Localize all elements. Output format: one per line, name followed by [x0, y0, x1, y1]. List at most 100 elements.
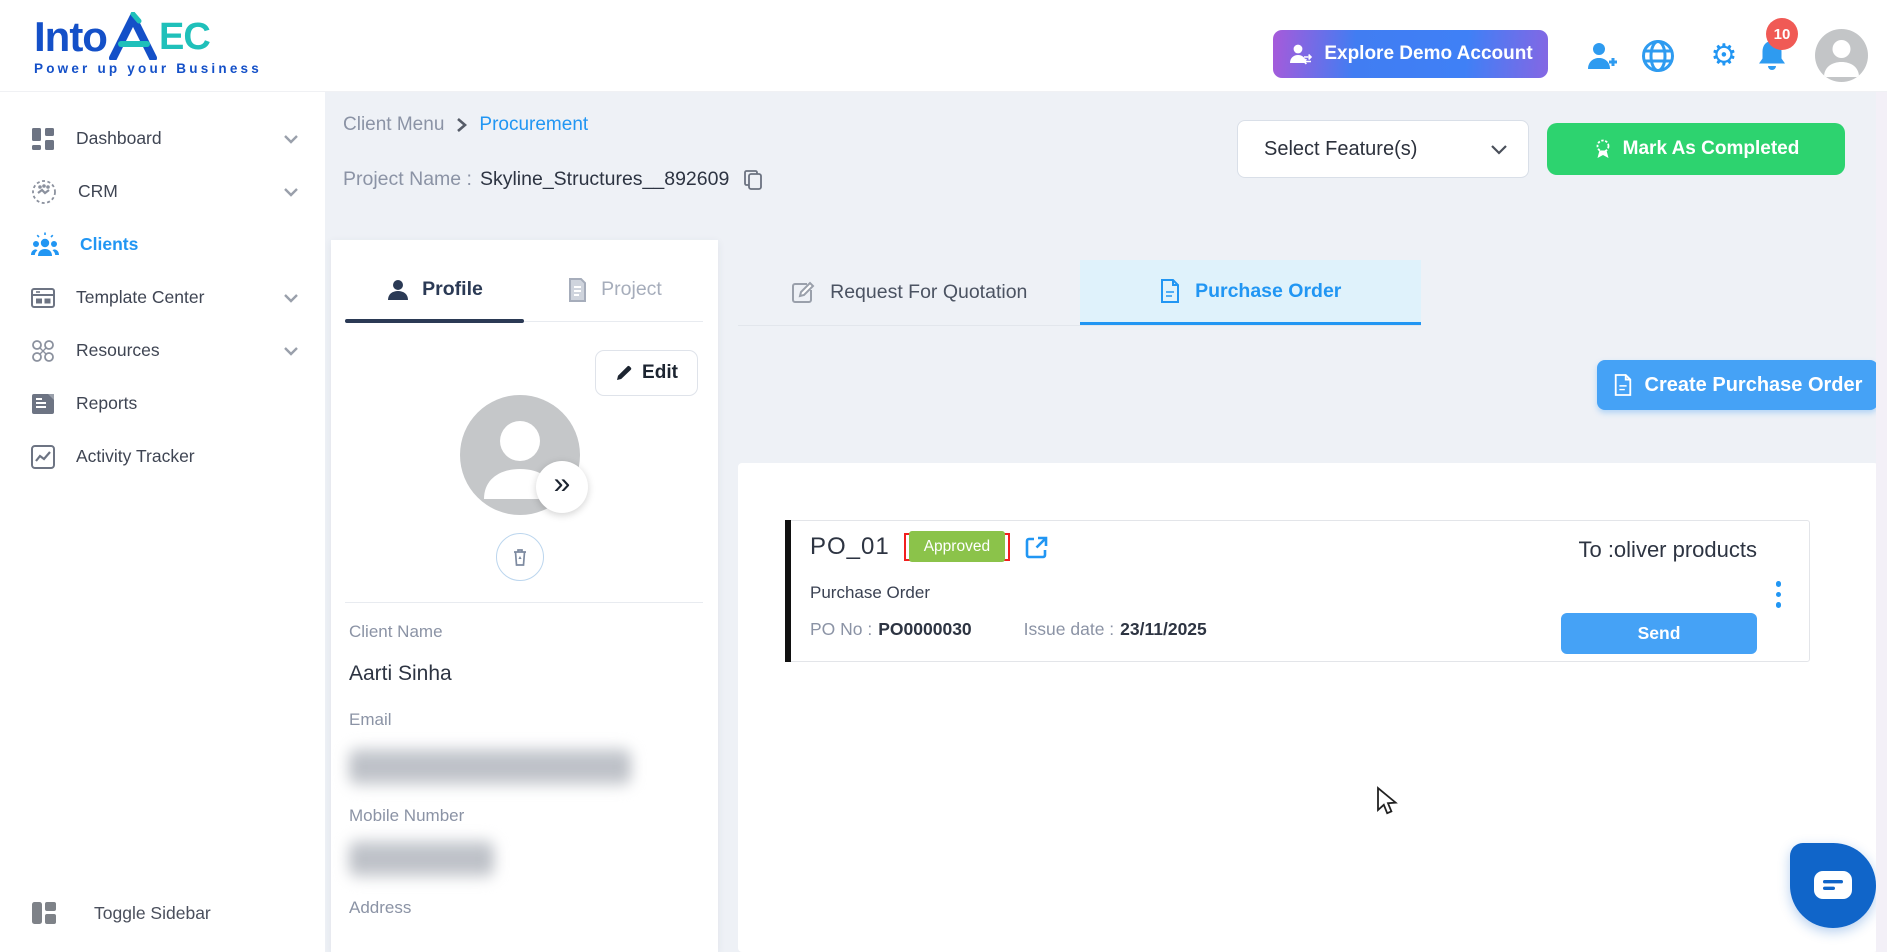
select-features-value: Select Feature(s) [1264, 137, 1418, 160]
sidebar-label: CRM [78, 181, 118, 201]
sidebar-label: Reports [76, 393, 138, 413]
template-window-icon [30, 285, 56, 311]
project-name-label: Project Name : [343, 168, 472, 190]
project-name-row: Project Name : Skyline_Structures__89260… [343, 168, 763, 191]
toggle-sidebar-button[interactable]: Toggle Sidebar [0, 888, 325, 938]
status-badge-highlight: Approved [903, 531, 1011, 562]
tab-profile-label: Profile [422, 278, 483, 300]
po-info-row: PO No : PO0000030 Issue date : 23/11/202… [810, 619, 1207, 640]
purchase-order-panel: PO_01 Approved To :oliver products Purch… [738, 463, 1878, 952]
dashboard-icon [30, 126, 56, 152]
completed-badge-icon [1593, 138, 1613, 160]
mark-as-completed-label: Mark As Completed [1622, 138, 1800, 159]
sidebar-item-activity-tracker[interactable]: Activity Tracker [0, 430, 325, 483]
po-type-label: Purchase Order [810, 583, 930, 602]
client-name-label: Client Name [349, 622, 443, 641]
edit-button-label: Edit [642, 362, 678, 383]
pencil-icon [615, 364, 633, 382]
expand-panel-button[interactable]: » [536, 461, 588, 513]
tab-project[interactable]: Project [524, 258, 703, 321]
sidebar-item-dashboard[interactable]: Dashboard [0, 112, 325, 165]
sidebar-label: Resources [76, 340, 160, 360]
sidebar-item-resources[interactable]: Resources [0, 324, 325, 377]
address-label: Address [349, 898, 412, 917]
chevron-down-icon [283, 187, 299, 197]
brand-tagline: Power up your Business [34, 61, 262, 76]
email-value-redacted [349, 748, 631, 786]
select-features-dropdown[interactable]: Select Feature(s) [1237, 120, 1529, 178]
tab-profile[interactable]: Profile [345, 258, 524, 323]
breadcrumb-chevron-icon [456, 117, 468, 133]
add-user-button[interactable] [1582, 36, 1622, 76]
tab-request-for-quotation[interactable]: Request For Quotation [738, 260, 1080, 325]
user-switch-icon [1288, 42, 1314, 66]
edit-profile-button[interactable]: Edit [595, 350, 698, 396]
activity-chart-icon [30, 444, 56, 470]
mark-as-completed-button[interactable]: Mark As Completed [1547, 123, 1845, 175]
reports-doc-icon [30, 392, 56, 416]
layout-panes-icon [30, 900, 58, 926]
sidebar: Dashboard CRM Clients Template Center Re… [0, 92, 325, 952]
clients-group-icon [30, 231, 60, 259]
gear-icon: ⚙ [1710, 38, 1738, 73]
tab-po-label: Purchase Order [1195, 279, 1342, 302]
profile-avatar-button[interactable] [1815, 29, 1868, 82]
sidebar-item-crm[interactable]: CRM [0, 165, 325, 218]
purchase-order-card: PO_01 Approved To :oliver products Purch… [785, 520, 1810, 662]
brand-wordmark-prefix: Into [34, 13, 108, 60]
brand-logo[interactable]: Into EC Power up your Business [34, 10, 262, 76]
delete-avatar-button[interactable] [496, 533, 544, 581]
breadcrumb-procurement[interactable]: Procurement [479, 114, 588, 136]
resources-network-icon [30, 338, 56, 364]
sidebar-item-reports[interactable]: Reports [0, 377, 325, 430]
toggle-sidebar-label: Toggle Sidebar [94, 902, 211, 923]
create-purchase-order-button[interactable]: Create Purchase Order [1597, 360, 1878, 410]
po-no-value: PO0000030 [878, 619, 972, 639]
sidebar-label: Clients [80, 234, 139, 254]
settings-button[interactable]: ⚙ [1704, 36, 1744, 76]
sidebar-item-clients[interactable]: Clients [0, 218, 325, 271]
person-icon [386, 278, 410, 302]
chat-widget-button[interactable] [1790, 843, 1876, 928]
app-header: Into EC Power up your Business Explore D… [0, 0, 1887, 92]
edit-square-icon [790, 280, 816, 306]
explore-demo-account-button[interactable]: Explore Demo Account [1273, 30, 1548, 78]
tab-rfq-label: Request For Quotation [830, 281, 1028, 303]
double-chevron-icon: » [553, 467, 571, 500]
profile-tabs: Profile Project [345, 258, 703, 323]
send-button[interactable]: Send [1561, 613, 1757, 654]
globe-icon [1640, 38, 1676, 74]
trash-icon [511, 547, 529, 567]
status-badge: Approved [908, 531, 1006, 562]
divider [345, 602, 703, 603]
sidebar-item-template-center[interactable]: Template Center [0, 271, 325, 324]
page-scrollbar[interactable] [1876, 0, 1887, 952]
user-plus-icon [1585, 40, 1619, 72]
sidebar-label: Dashboard [76, 128, 162, 148]
open-po-button[interactable] [1024, 535, 1049, 560]
tab-purchase-order[interactable]: Purchase Order [1079, 260, 1421, 325]
issue-date-label: Issue date : [1023, 619, 1115, 639]
breadcrumb: Client Menu Procurement [343, 114, 588, 136]
crm-handshake-icon [30, 178, 58, 206]
notifications-button[interactable]: 10 [1752, 18, 1798, 76]
tab-project-label: Project [601, 278, 662, 300]
issue-date-value: 23/11/2025 [1120, 619, 1207, 639]
procurement-tabs: Request For Quotation Purchase Order [738, 260, 1421, 326]
sidebar-label: Activity Tracker [76, 446, 195, 466]
main-content: Client Menu Procurement Project Name : S… [325, 92, 1887, 952]
chat-icon [1812, 869, 1854, 903]
chevron-down-icon [283, 346, 299, 356]
po-menu-button[interactable] [1770, 575, 1788, 614]
breadcrumb-client-menu[interactable]: Client Menu [343, 114, 444, 136]
copy-project-name-button[interactable] [743, 169, 763, 191]
language-button[interactable] [1638, 36, 1678, 76]
mobile-value-redacted [349, 840, 494, 878]
mobile-number-label: Mobile Number [349, 806, 465, 825]
external-link-icon [1025, 536, 1048, 558]
project-doc-icon [565, 277, 589, 303]
project-name-value: Skyline_Structures__892609 [479, 168, 730, 190]
email-label: Email [349, 710, 392, 729]
chevron-down-icon [283, 134, 299, 144]
client-profile-card: Profile Project Edit » Client Name Aarti… [331, 240, 718, 952]
